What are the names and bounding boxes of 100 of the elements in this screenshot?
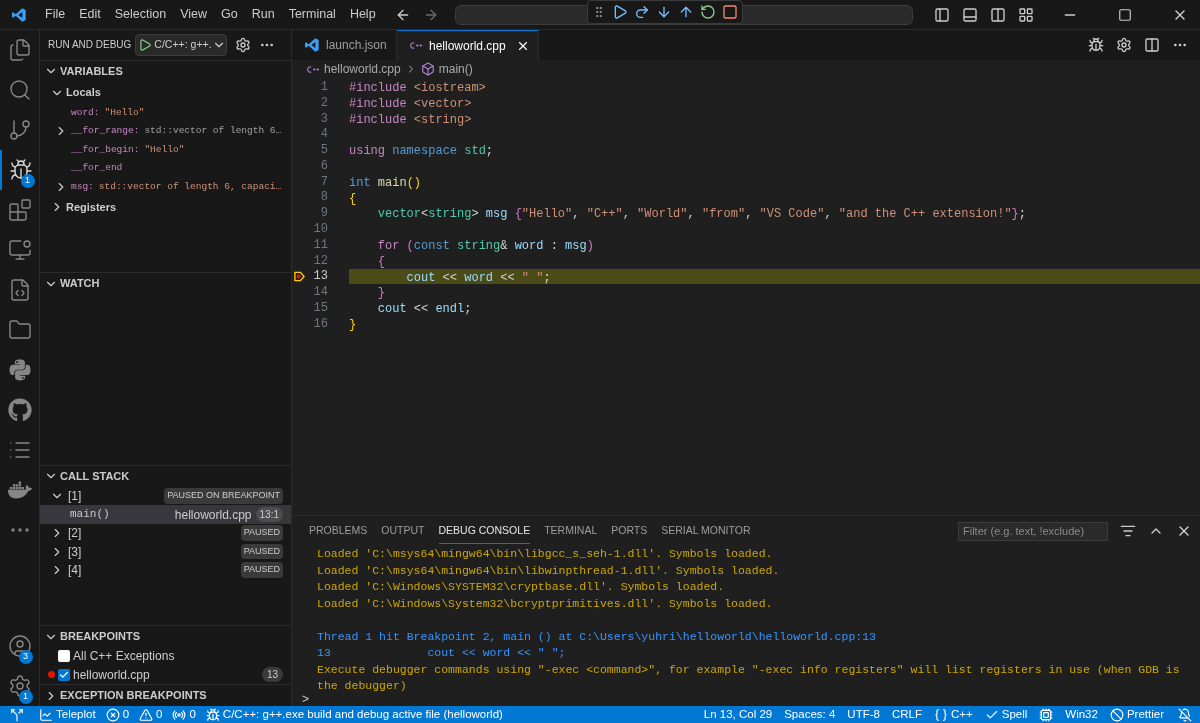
scope-label[interactable]: Registers [66,198,117,216]
filter-field[interactable]: Filter (e.g. text, !exclude) [958,521,1108,541]
status-badge: PAUSED [240,543,283,560]
menu-item[interactable]: Run [244,5,282,24]
status-item[interactable]: 0 [122,705,130,723]
badge: 1 [20,174,35,188]
console-line: Loaded 'C:\msys64\mingw64\bin\libwinpthread-1.dll'. Symbols loaded. [317,562,781,579]
console-line: Loaded 'C:\msys64\mingw64\bin\libgcc_s_seh-1.dll'. Symbols loaded. [317,546,774,562]
badge: 1 [18,690,33,704]
console-line: Execute debugger commands using "-exec <command>", for example "-exec info registers" will list registers in use (when GDB is the debugger) [317,661,1181,692]
variable-name[interactable]: __for_begin: [71,142,140,158]
panel-tab[interactable]: TERMINAL [544,518,598,544]
sidebar-title: RUN AND DEBUG [48,38,132,53]
breakpoint-label[interactable]: All C++ Exceptions [73,647,175,666]
line-number: 7 [319,173,328,191]
code-line: vector<string> msg {"Hello", "C++", "World", "from", "VS Code", "and the C++ extension!"}; [376,206,1027,222]
code-line: { [376,253,386,269]
configuration-name: C/C++: g++. [154,36,212,52]
console-line: Loaded 'C:\Windows\SYSTEM32\cryptbase.dll'. Symbols loaded. [317,579,726,595]
status-badge: PAUSED [240,525,283,541]
code-line: int main() [349,174,423,190]
line-number: 8 [319,189,328,207]
menu-item[interactable]: Terminal [281,5,343,24]
variable-value: "Hello" [144,142,185,157]
section-title[interactable]: EXCEPTION BREAKPOINTS [60,687,207,704]
status-item[interactable]: Teleplot [56,705,96,723]
code-line: } [376,285,386,301]
status-item[interactable]: C/C++: g++.exe build and debug active file (helloworld) [222,705,503,723]
section-title[interactable]: BREAKPOINTS [60,628,141,645]
console-prompt[interactable]: > [302,690,309,708]
code-line: { [349,190,358,206]
section-title[interactable]: VARIABLES [60,62,123,80]
scope-label[interactable]: Locals [66,84,101,101]
menu-item[interactable]: File [38,5,73,24]
code-line: #include <vector> [349,95,473,111]
thread-label[interactable]: [2] [68,524,82,543]
editor-tab[interactable]: helloworld.cpp [397,30,539,60]
menu-item[interactable]: Go [214,5,245,24]
status-item[interactable]: Ln 13, Col 29 [703,705,773,723]
breadcrumb-item[interactable]: main() [438,60,473,78]
status-badge: PAUSED ON BREAKPOINT [164,488,283,504]
status-item[interactable]: Spell [1001,705,1028,723]
panel-tab[interactable]: PROBLEMS [309,518,368,544]
variable-name[interactable]: word: [71,105,100,121]
status-item[interactable]: CRLF [891,705,922,723]
breakpoint-label[interactable]: helloworld.cpp [73,665,150,684]
status-item[interactable]: UTF-8 [847,705,880,723]
variable-name[interactable]: __for_range: [71,124,140,139]
stack-frame[interactable]: main() helloworld.cpp 13:1 [40,505,291,524]
code-line: using namespace std; [349,143,495,158]
thread-label[interactable]: [1] [68,487,82,506]
code-line: } [349,316,358,332]
badge: 3 [18,650,33,664]
line-number: 1 [319,78,328,96]
variable-value: std::vector of length 6, capaci… [98,179,282,194]
section-title[interactable]: CALL STACK [60,468,130,485]
status-item[interactable]: C++ [951,705,973,723]
section-title[interactable]: WATCH [60,275,100,292]
position-badge: 13:1 [255,507,283,523]
code-line: for (const string& word : msg) [376,237,595,253]
status-item[interactable]: Spaces: 4 [784,705,836,723]
line-number: 2 [319,94,328,112]
status-item[interactable]: Win32 [1065,705,1098,723]
line-number: 9 [319,205,328,223]
line-number: 3 [319,110,328,128]
panel-tab[interactable]: PORTS [611,518,648,544]
line-number: 15 [312,300,328,318]
code-line: #include <iostream> [349,80,487,95]
menu-item[interactable]: Selection [107,5,174,24]
variable-value: "Hello" [104,105,145,120]
line-number: 4 [319,126,328,144]
panel-tab[interactable]: SERIAL MONITOR [661,518,751,544]
console-line: 13 cout << word << " "; [317,645,567,661]
thread-label[interactable]: [3] [68,542,82,561]
variable-value: std::vector of length 6… [144,124,282,139]
breadcrumb-item[interactable]: helloworld.cpp [324,60,401,78]
line-number: 11 [312,236,328,254]
menu-item[interactable]: Edit [72,5,108,24]
line-number: 6 [319,157,328,175]
variable-name[interactable]: msg: [71,179,94,195]
console-line: Thread 1 hit Breakpoint 2, main () at C:\Users\yuhri\helloworld\helloworld.cpp:13 [317,628,877,645]
menu-item[interactable]: View [173,5,214,24]
status-item[interactable]: 0 [189,705,196,723]
status-item[interactable]: Prettier [1126,705,1164,723]
code-line: #include <string> [349,111,473,127]
status-badge: PAUSED [240,562,283,578]
configuration-dropdown[interactable]: C/C++: g++. [135,33,227,56]
panel-tab[interactable]: OUTPUT [381,518,425,544]
panel-tab[interactable]: DEBUG CONSOLE [438,517,531,545]
line-number: 13 [312,268,328,286]
menu-item[interactable]: Help [342,5,383,24]
status-item[interactable]: 0 [156,705,163,723]
frame-file: helloworld.cpp [174,506,252,524]
line-number: 5 [319,142,328,160]
code-line: cout << endl; [376,301,473,316]
thread-label[interactable]: [4] [68,561,82,580]
line-number: 12 [312,252,328,270]
line-number: 10 [312,221,328,239]
line-badge: 13 [261,667,283,683]
variable-name[interactable]: __for_end [71,161,123,176]
